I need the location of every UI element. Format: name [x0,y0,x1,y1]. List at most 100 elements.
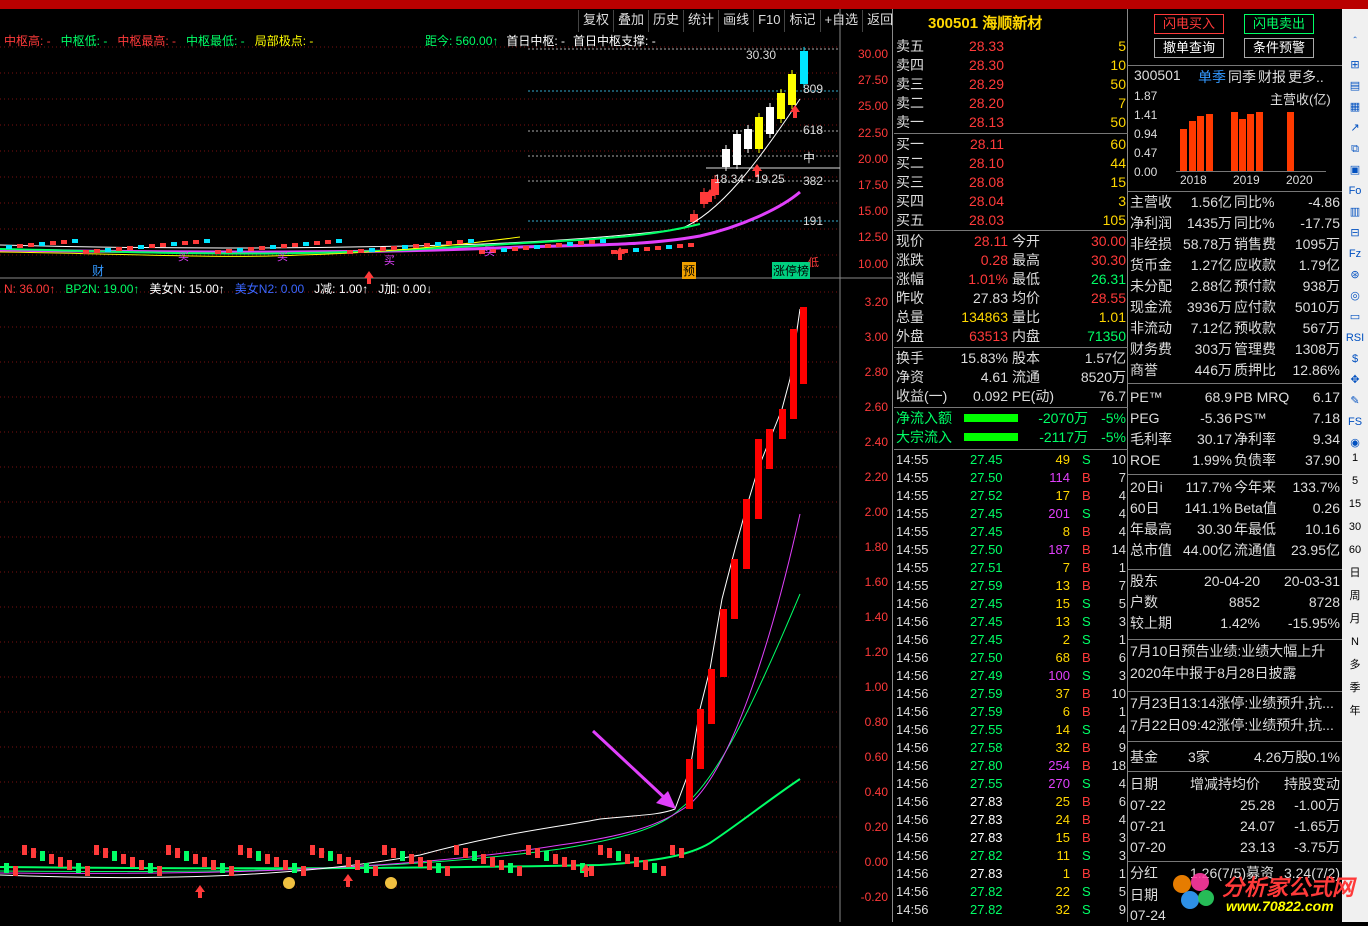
sidebar-tool-icon[interactable]: ▣ [1345,161,1365,179]
tick-row[interactable]: 14:56 27.82 11 S 3 [894,847,1128,865]
toolbar-item[interactable]: 画线 [718,10,753,32]
tick-row[interactable]: 14:56 27.80 254 B 18 [894,757,1128,775]
ask-row[interactable]: 卖二 28.20 7 [894,94,1128,113]
sidebar-tool-icon[interactable]: ✎ [1345,392,1365,410]
tick-row[interactable]: 14:56 27.58 32 B 9 [894,739,1128,757]
fin-tab[interactable]: 单季 [1198,67,1226,87]
tick-count: 1 [1118,560,1126,575]
tick-row[interactable]: 14:55 27.52 17 B 4 [894,487,1128,505]
tick-row[interactable]: 14:56 27.83 1 B 1 [894,865,1128,883]
tick-row[interactable]: 14:55 27.59 13 B 7 [894,577,1128,595]
tick-row[interactable]: 14:56 27.59 6 B 1 [894,703,1128,721]
ask-row[interactable]: 卖一 28.13 50 [894,113,1128,132]
sidebar-period-icon[interactable]: 年 [1345,702,1365,720]
cancel-button[interactable]: 撤单查询 [1154,38,1224,58]
kline-chart[interactable] [0,9,893,922]
sidebar-tool-icon[interactable]: FS [1345,413,1365,431]
sidebar-tool-icon[interactable]: $ [1345,350,1365,368]
tick-row[interactable]: 14:56 27.59 37 B 10 [894,685,1128,703]
bid-row[interactable]: 买二 28.10 44 [894,154,1128,173]
sidebar-tool-icon[interactable]: RSI [1345,329,1365,347]
tick-row[interactable]: 14:55 27.50 114 B 7 [894,469,1128,487]
trade-change: -1.00万 [1294,797,1340,813]
news-item[interactable]: 7月23日13:14涨停:业绩预升,抗... [1130,693,1342,713]
bid-row[interactable]: 买四 28.04 3 [894,192,1128,211]
sidebar-period-icon[interactable]: 1 [1345,449,1365,467]
tick-row[interactable]: 14:56 27.83 15 B 3 [894,829,1128,847]
tick-row[interactable]: 14:55 27.45 49 S 10 [894,451,1128,469]
tick-row[interactable]: 14:56 27.55 270 S 4 [894,775,1128,793]
tick-row[interactable]: 14:56 27.45 13 S 3 [894,613,1128,631]
sidebar-period-icon[interactable]: 60 [1345,541,1365,559]
buy-button[interactable]: 闪电买入 [1154,14,1224,34]
sidebar-period-icon[interactable]: 日 [1345,564,1365,582]
sidebar-tool-icon[interactable]: ▭ [1345,308,1365,326]
ask-row[interactable]: 卖五 28.33 5 [894,37,1128,56]
chart-area[interactable] [0,9,893,922]
ask-row[interactable]: 卖三 28.29 50 [894,75,1128,94]
fin-tab[interactable]: 财报 [1258,67,1286,87]
tick-row[interactable]: 14:56 27.82 32 S 9 [894,901,1128,919]
tick-row[interactable]: 14:55 27.45 8 B 4 [894,523,1128,541]
fin-tab[interactable]: 更多.. [1288,67,1324,87]
sidebar-period-icon[interactable]: N [1345,633,1365,651]
fin-divider [1128,691,1342,692]
toolbar-item[interactable]: 复权 [578,10,613,32]
ask-row[interactable]: 卖四 28.30 10 [894,56,1128,75]
sidebar-tool-icon[interactable]: ▤ [1345,77,1365,95]
toolbar-item[interactable]: +自选 [819,10,863,32]
news-item[interactable]: 7月10日预告业绩:业绩大幅上升 [1130,641,1342,661]
tick-row[interactable]: 14:55 27.50 187 B 14 [894,541,1128,559]
sidebar-tool-icon[interactable]: Fz [1345,245,1365,263]
tick-row[interactable]: 14:55 27.45 201 S 4 [894,505,1128,523]
news-item[interactable]: 7月22日09:42涨停:业绩预升,抗... [1130,715,1342,735]
toolbar-item[interactable]: F10 [753,10,784,32]
sell-button[interactable]: 闪电卖出 [1244,14,1314,34]
trade-date: 07-21 [1130,818,1166,834]
sidebar-tool-icon[interactable]: ◎ [1345,287,1365,305]
sidebar-tool-icon[interactable]: ↗ [1345,119,1365,137]
indicator-small-bar [481,854,486,864]
sidebar-tool-icon[interactable]: ⊛ [1345,266,1365,284]
sidebar-tool-icon[interactable]: ＾ [1345,35,1365,53]
fin-divider [1128,569,1342,570]
flow-value: -2070万 [1038,410,1088,426]
news-item[interactable]: 2020年中报于8月28日披露 [1130,663,1342,683]
tick-row[interactable]: 14:56 27.50 68 B 6 [894,649,1128,667]
sidebar-period-icon[interactable]: 30 [1345,518,1365,536]
tick-row[interactable]: 14:56 27.45 2 S 1 [894,631,1128,649]
toolbar-item[interactable]: 历史 [648,10,683,32]
indicator-small-bar [553,854,558,864]
fin-tab[interactable]: 同季 [1228,67,1256,87]
tick-row[interactable]: 14:56 27.82 22 S 5 [894,883,1128,901]
bid-row[interactable]: 买一 28.11 60 [894,135,1128,154]
stats-divider [894,347,1128,348]
sidebar-period-icon[interactable]: 多 [1345,656,1365,674]
sidebar-tool-icon[interactable]: ⊟ [1345,224,1365,242]
tick-row[interactable]: 14:56 27.83 25 B 6 [894,793,1128,811]
toolbar-item[interactable]: 返回 [862,10,897,32]
tick-row[interactable]: 14:56 27.45 15 S 5 [894,595,1128,613]
sidebar-period-icon[interactable]: 季 [1345,679,1365,697]
bid-row[interactable]: 买三 28.08 15 [894,173,1128,192]
sidebar-tool-icon[interactable]: ▦ [1345,98,1365,116]
toolbar-item[interactable]: 叠加 [613,10,648,32]
tick-row[interactable]: 14:56 27.83 24 B 4 [894,811,1128,829]
sidebar-period-icon[interactable]: 月 [1345,610,1365,628]
sidebar-period-icon[interactable]: 15 [1345,495,1365,513]
tick-row[interactable]: 14:55 27.51 7 B 1 [894,559,1128,577]
sidebar-tool-icon[interactable]: ⧉ [1345,140,1365,158]
sidebar-period-icon[interactable]: 5 [1345,472,1365,490]
toolbar-item[interactable]: 统计 [683,10,718,32]
bid-row[interactable]: 买五 28.03 105 [894,211,1128,230]
cond-button[interactable]: 条件预警 [1244,38,1314,58]
toolbar-item[interactable]: 标记 [784,10,819,32]
sidebar-tool-icon[interactable]: ⊞ [1345,56,1365,74]
sidebar-tool-icon[interactable]: ▥ [1345,203,1365,221]
sidebar-tool-icon[interactable]: ✥ [1345,371,1365,389]
sidebar-tool-icon[interactable]: Fo [1345,182,1365,200]
tick-row[interactable]: 14:56 27.49 100 S 3 [894,667,1128,685]
indicator-small-bar [175,848,180,858]
tick-row[interactable]: 14:56 27.55 14 S 4 [894,721,1128,739]
sidebar-period-icon[interactable]: 周 [1345,587,1365,605]
